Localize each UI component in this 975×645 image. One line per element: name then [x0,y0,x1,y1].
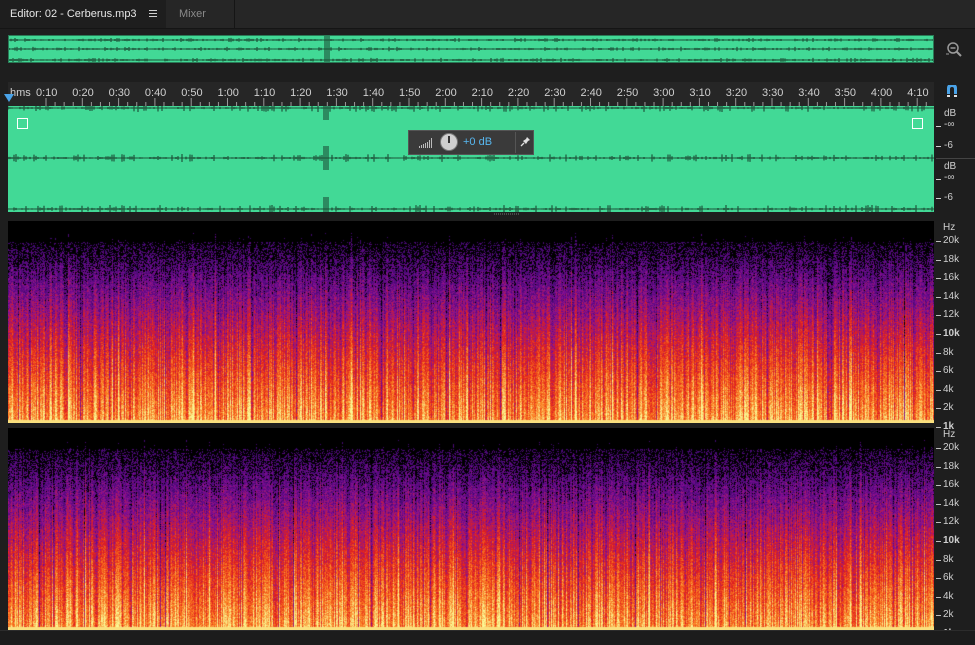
hz-tick-label: 20k [943,235,960,246]
db-unit-label: dB [944,108,957,119]
playhead-marker[interactable] [4,94,14,102]
overview-navigator[interactable] [8,35,934,63]
spectrogram-right [8,428,934,630]
hz-tick-label: 14k [943,497,960,509]
ruler-tick-label: 3:40 [798,87,819,99]
hz-unit-label: Hz [943,429,956,440]
pin-icon [520,137,530,147]
frequency-scale-right: Hz20k18k16k14k12k10k8k6k4k2k1k [936,428,975,639]
spectral-display-left-channel[interactable] [8,221,934,423]
hz-tick-label: 2k [943,609,954,621]
hz-tick-label: 12k [943,309,960,321]
ruler-tick-label: 0:40 [145,87,166,99]
bottom-status-bar [0,630,975,645]
hz-tick-label: 18k [943,253,960,265]
ruler-tick-label: 2:40 [581,87,602,99]
gain-value[interactable]: +0 dB [463,136,492,148]
ruler-tick-label: 2:30 [544,87,565,99]
hz-tick-label: 14k [943,290,960,302]
time-ruler[interactable]: hms 0:10 0:20 0:30 0:40 0:50 1:00 1:10 1:20 1:30… [8,82,934,106]
ruler-tick-label: 3:10 [689,87,710,99]
zoom-out-magnifier-icon[interactable] [945,40,963,58]
ruler-tick-label: 3:00 [653,87,674,99]
hz-tick-label: 8k [943,553,954,565]
fade-out-handle[interactable] [912,118,923,129]
hz-tick-label: 4k [943,590,954,602]
panel-resize-grip[interactable] [494,212,520,216]
ruler-tick-label: 1:20 [290,87,311,99]
fade-in-handle[interactable] [17,118,28,129]
ruler-tick-label: 1:10 [254,87,275,99]
gain-knob[interactable] [440,133,458,151]
db-label-neg-inf: -∞ [944,119,955,130]
hz-tick-label: 16k [943,479,960,491]
magnet-icon[interactable] [945,85,959,99]
ruler-tick-label: 2:50 [617,87,638,99]
waveform-display[interactable] [8,106,934,212]
ruler-tick-label: 1:40 [363,87,384,99]
ruler-tick-label: 0:20 [72,87,93,99]
ruler-tick-label: 3:30 [762,87,783,99]
tab-editor[interactable]: Editor: 02 - Cerberus.mp3 [0,0,166,28]
hz-tick-label: 6k [943,365,954,377]
ruler-tick-label: 4:00 [871,87,892,99]
spectrogram-left [8,221,934,423]
ruler-tick-label: 2:20 [508,87,529,99]
db-label-neg6: -6 [944,140,953,151]
time-ruler-ticks: hms 0:10 0:20 0:30 0:40 0:50 1:00 1:10 1:20 1:30… [10,87,929,106]
ruler-tick-label: 2:10 [472,87,493,99]
stereo-waveform [8,106,934,212]
hz-tick-label: 6k [943,572,954,584]
ruler-tick-label: 4:10 [907,87,928,99]
tab-mixer-label: Mixer [179,8,206,20]
hz-tick-label: 12k [943,516,960,528]
tab-editor-label: Editor: 02 - Cerberus.mp3 [10,8,137,20]
panel-tab-bar: Editor: 02 - Cerberus.mp3 Mixer [0,0,975,29]
overview-waveform [9,36,933,62]
hz-unit-label: Hz [943,222,956,233]
ruler-tick-label: 1:00 [218,87,239,99]
hz-tick-label: 4k [943,383,954,395]
spectral-display-right-channel[interactable] [8,428,934,630]
db-unit-label-2: dB [944,161,957,172]
ruler-tick-label: 0:50 [181,87,202,99]
ruler-tick-label: 3:50 [835,87,856,99]
tab-mixer[interactable]: Mixer [166,0,235,28]
hud-gain-control[interactable]: +0 dB [408,130,534,155]
hz-tick-label: 10k [943,535,960,546]
hz-tick-label: 2k [943,402,954,414]
ruler-tick-label: 1:50 [399,87,420,99]
ruler-tick-label: 3:20 [726,87,747,99]
hz-tick-label: 10k [943,328,960,339]
db-label-neg6-2: -6 [944,192,953,203]
level-meter-icon [419,138,432,148]
hz-tick-label: 18k [943,460,960,472]
ruler-tick-label: 0:30 [109,87,130,99]
hz-tick-label: 20k [943,442,960,453]
amplitude-scale: dB -∞ -6 dB -∞ -6 [936,106,975,212]
hz-tick-label: 16k [943,272,960,284]
db-label-neg-inf-2: -∞ [944,172,955,183]
ruler-tick-label: 1:30 [326,87,347,99]
hamburger-menu-icon[interactable] [149,10,157,17]
frequency-scale-left: Hz 20k 18k 16k 14k 12k 10k 8k 6k 4k 2k 1k [936,221,975,432]
ruler-tick-label: 0:10 [36,87,57,99]
pin-button[interactable] [515,132,535,153]
hz-tick-label: 8k [943,346,954,358]
ruler-tick-label: 2:00 [435,87,456,99]
